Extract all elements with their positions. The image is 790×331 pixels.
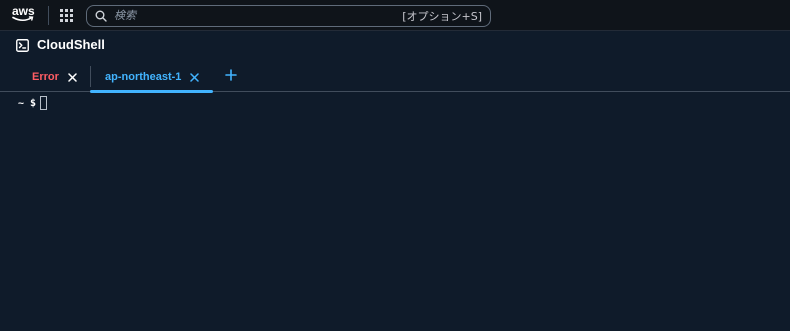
- nav-divider: [48, 6, 49, 25]
- tab-ap-northeast-1[interactable]: ap-northeast-1: [90, 62, 213, 93]
- cloudshell-header: CloudShell: [16, 37, 105, 53]
- session-tabs: Error ap-northeast-1: [0, 62, 790, 93]
- tab-label: Error: [32, 70, 59, 83]
- shell-prompt: ~ $: [18, 98, 37, 109]
- aws-smile-icon: [12, 16, 34, 22]
- terminal-icon: [16, 38, 29, 52]
- tab-label: ap-northeast-1: [105, 70, 182, 83]
- search-icon: [95, 10, 107, 22]
- tab-error[interactable]: Error: [32, 62, 77, 92]
- search-shortcut-hint: [オプション+S]: [402, 10, 482, 23]
- grid-icon[interactable]: [60, 9, 74, 23]
- page-title: CloudShell: [37, 37, 105, 52]
- close-icon[interactable]: [68, 72, 77, 82]
- plus-icon[interactable]: [225, 69, 237, 81]
- close-icon[interactable]: [190, 72, 200, 82]
- terminal-cursor: [40, 96, 47, 110]
- top-navigation-bar: aws 検索 [オプション+S]: [0, 0, 790, 31]
- terminal-area[interactable]: ~ $: [0, 93, 790, 331]
- search-input[interactable]: 検索 [オプション+S]: [86, 5, 491, 27]
- aws-logo[interactable]: aws: [12, 5, 36, 25]
- search-placeholder: 検索: [114, 10, 136, 22]
